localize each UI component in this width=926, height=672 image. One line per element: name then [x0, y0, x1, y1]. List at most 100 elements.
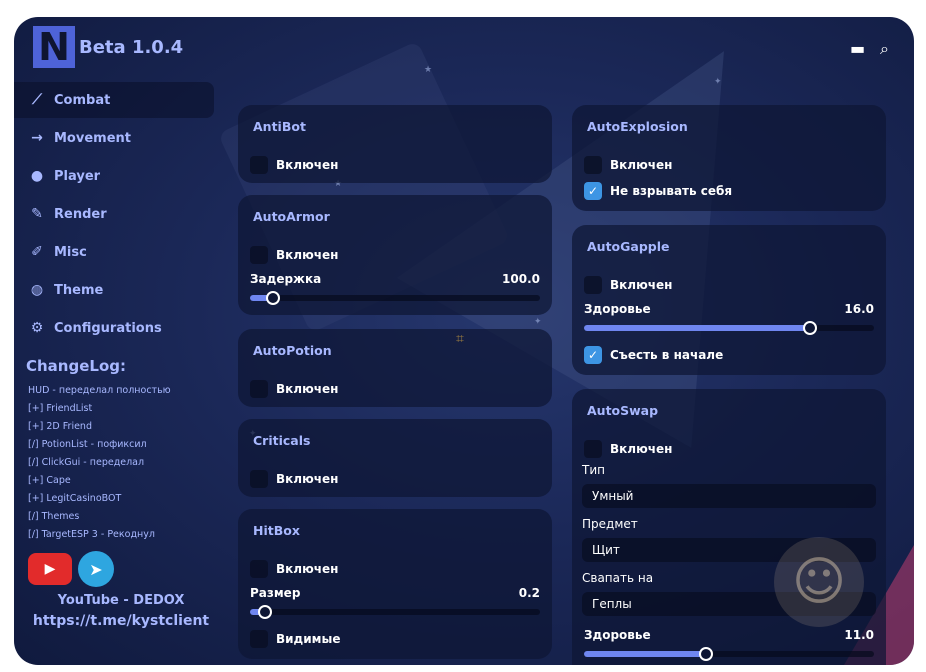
hitbox-visible-toggle[interactable]: Видимые [250, 630, 340, 648]
type-select[interactable]: Умный [582, 484, 876, 508]
slider-knob[interactable] [803, 321, 818, 335]
eat-first-toggle[interactable]: ✓ Съесть в начале [584, 346, 723, 364]
health-slider-header: Здоровье 16.0 [584, 302, 874, 316]
slider-knob[interactable] [257, 605, 272, 619]
checkbox[interactable] [250, 560, 268, 578]
autopotion-enabled-toggle[interactable]: Включен [250, 380, 338, 398]
crosshair-icon: ⌗ [456, 331, 464, 347]
module-criticals: Criticals Включен [238, 419, 552, 497]
size-slider-header: Размер 0.2 [250, 586, 540, 600]
module-hitbox: HitBox Включен Размер 0.2 Видимые [238, 509, 552, 659]
checkbox[interactable] [250, 156, 268, 174]
telegram-link[interactable]: https://t.me/kystclient [14, 613, 228, 629]
changelog-entry: [+] Cape [28, 475, 71, 486]
swap-to-label: Свапать на [582, 571, 654, 585]
sword-icon: ⟋ [32, 92, 42, 108]
autogapple-enabled-toggle[interactable]: Включен [584, 276, 672, 294]
changelog-entry: [+] FriendList [28, 403, 93, 414]
size-slider[interactable] [250, 605, 540, 619]
module-title: AutoSwap [587, 403, 659, 418]
arrow-move-icon: → [31, 130, 43, 146]
health-slider-header: Здоровье 11.0 [584, 628, 874, 642]
slider-fill [584, 651, 706, 657]
folder-icon[interactable]: ▬ [850, 39, 865, 58]
logo: N [33, 25, 75, 69]
delay-slider-header: Задержка 100.0 [250, 272, 540, 286]
delay-slider[interactable] [250, 291, 540, 305]
autoexplosion-enabled-toggle[interactable]: Включен [584, 156, 672, 174]
size-value: 0.2 [518, 586, 540, 600]
antibot-enabled-toggle[interactable]: Включен [250, 156, 338, 174]
sidebar-item-configurations[interactable]: ⚙ Configurations [14, 310, 214, 346]
youtube-credit: YouTube - DEDOX [57, 593, 185, 608]
star-decoration: ✦ [534, 317, 542, 327]
item-label: Предмет [582, 517, 638, 531]
health-label: Здоровье [584, 302, 651, 316]
changelog-entry: [/] ClickGui - переделал [28, 457, 145, 468]
sidebar-item-player[interactable]: ● Player [14, 158, 214, 194]
sidebar-item-render[interactable]: ✎ Render [14, 196, 214, 232]
sidebar-item-movement[interactable]: → Movement [14, 120, 214, 156]
module-title: AutoExplosion [587, 119, 688, 134]
pencil-icon: ✐ [31, 244, 43, 260]
no-self-explode-toggle[interactable]: ✓ Не взрывать себя [584, 182, 732, 200]
checkbox[interactable] [250, 380, 268, 398]
health-value: 11.0 [844, 628, 874, 642]
changelog-entry: [/] PotionList - пофиксил [28, 439, 147, 450]
autoarmor-enabled-toggle[interactable]: Включен [250, 246, 338, 264]
user-icon: ● [30, 168, 44, 184]
sidebar-item-misc[interactable]: ✐ Misc [14, 234, 214, 270]
checkbox[interactable] [584, 156, 602, 174]
health-slider[interactable] [584, 321, 874, 335]
checkbox[interactable] [584, 276, 602, 294]
health-value: 16.0 [844, 302, 874, 316]
slider-knob[interactable] [266, 291, 281, 305]
module-title: AntiBot [253, 119, 306, 134]
checkbox[interactable] [584, 440, 602, 458]
checkbox[interactable] [250, 470, 268, 488]
checkbox-checked[interactable]: ✓ [584, 346, 602, 364]
changelog-entry: HUD - переделал полностью [28, 385, 171, 396]
delay-label: Задержка [250, 272, 322, 286]
star-decoration: ★ [424, 65, 433, 75]
type-label: Тип [582, 463, 605, 477]
telegram-icon[interactable]: ➤ [78, 551, 114, 587]
changelog-list: HUD - переделал полностью [+] FriendList… [28, 382, 171, 544]
criticals-enabled-toggle[interactable]: Включен [250, 470, 338, 488]
health-slider[interactable] [584, 647, 874, 661]
search-icon[interactable]: ⌕ [880, 39, 889, 59]
module-autoexplosion: AutoExplosion Включен ✓ Не взрывать себя [572, 105, 886, 211]
hitbox-enabled-toggle[interactable]: Включен [250, 560, 338, 578]
module-title: AutoGapple [587, 239, 670, 254]
avatar: ☺ [774, 537, 864, 627]
changelog-entry: [/] Themes [28, 511, 80, 522]
module-title: HitBox [253, 523, 300, 538]
health-label: Здоровье [584, 628, 651, 642]
size-label: Размер [250, 586, 301, 600]
autoswap-enabled-toggle[interactable]: Включен [584, 440, 672, 458]
checkbox-checked[interactable]: ✓ [584, 182, 602, 200]
youtube-icon[interactable]: ▶ [28, 553, 72, 585]
pen-icon: ✎ [31, 206, 43, 222]
checkbox[interactable] [250, 246, 268, 264]
changelog-entry: [+] 2D Friend [28, 421, 92, 432]
module-autogapple: AutoGapple Включен Здоровье 16.0 ✓ Съест… [572, 225, 886, 375]
module-title: Criticals [253, 433, 311, 448]
module-autopotion: AutoPotion Включен [238, 329, 552, 407]
sidebar-item-theme[interactable]: ◍ Theme [14, 272, 214, 308]
slider-knob[interactable] [698, 647, 713, 661]
module-title: AutoArmor [253, 209, 330, 224]
module-autoarmor: AutoArmor Включен Задержка 100.0 [238, 195, 552, 315]
palette-icon: ◍ [30, 282, 44, 298]
gear-icon: ⚙ [30, 320, 44, 336]
module-autoswap: AutoSwap Включен Тип Умный Предмет Щит С… [572, 389, 886, 665]
module-antibot: AntiBot Включен [238, 105, 552, 183]
changelog-title: ChangeLog: [26, 357, 126, 375]
checkbox[interactable] [250, 630, 268, 648]
app-title: Beta 1.0.4 [79, 37, 184, 58]
changelog-entry: [/] TargetESP 3 - Рекоднул [28, 529, 155, 540]
sidebar-item-combat[interactable]: ⟋ Combat [14, 82, 214, 118]
star-decoration: ✦ [714, 77, 722, 87]
client-window: ★ ★ ✦ ✦ ✦ N Beta 1.0.4 ▬ ⌕ ⟋ Combat → Mo… [14, 17, 914, 665]
module-title: AutoPotion [253, 343, 332, 358]
